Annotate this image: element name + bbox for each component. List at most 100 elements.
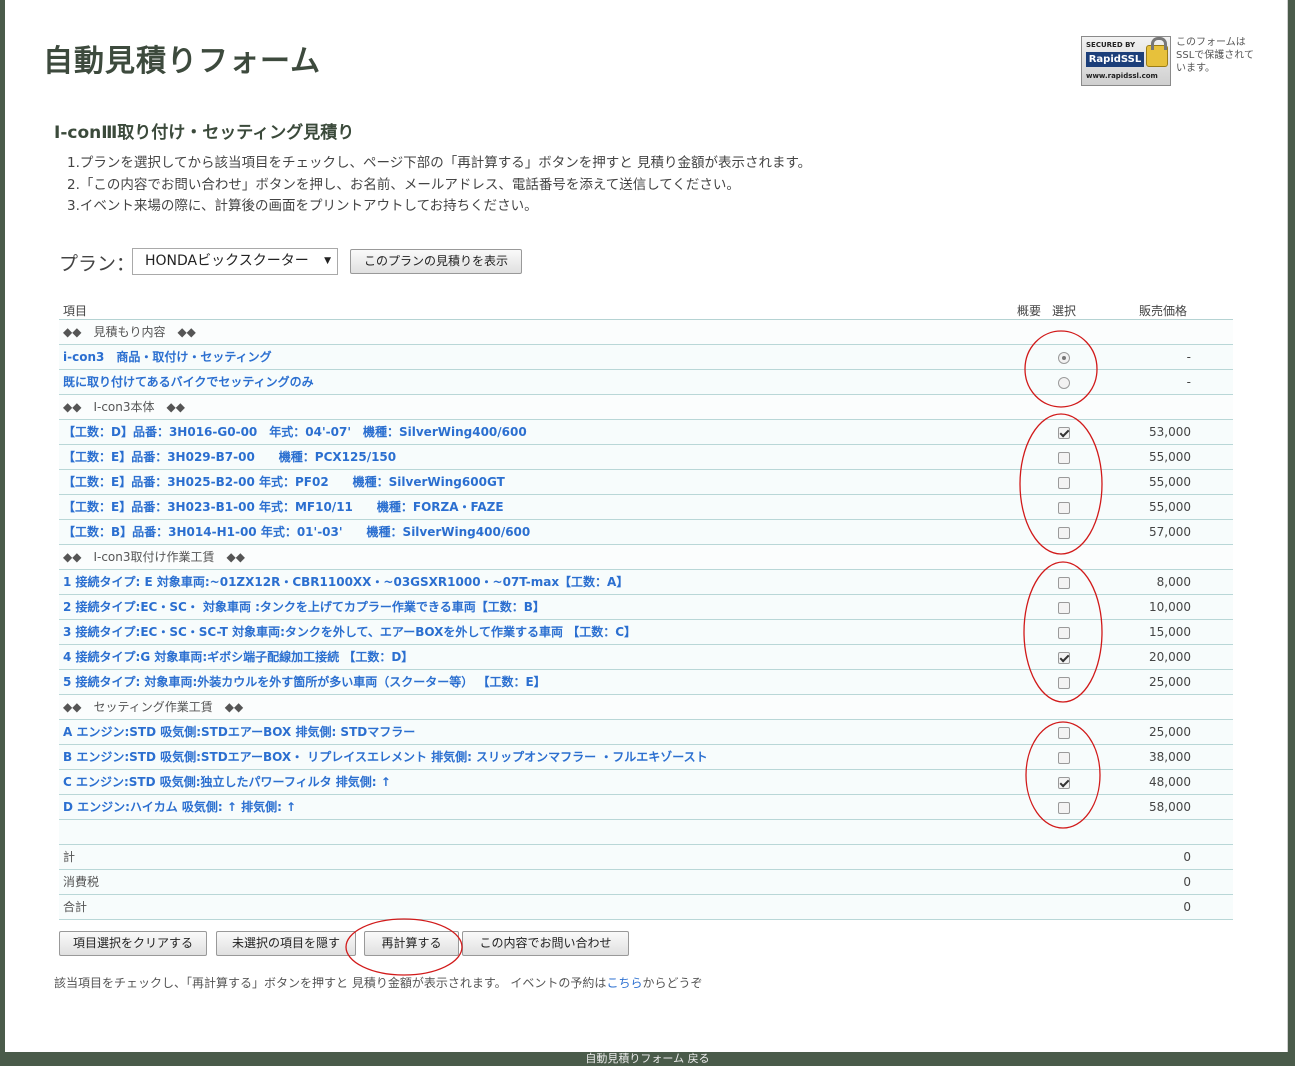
bottom-bar[interactable]: 自動見積りフォーム 戻る [0, 1052, 1295, 1066]
table-row[interactable]: 既に取り付けてあるバイクでセッティングのみ - [59, 370, 1233, 395]
table-row[interactable]: 【工数：E】品番：3H023-B1-00 年式：MF10/11 機種：FORZA… [59, 495, 1233, 520]
spacer-row [59, 820, 1233, 845]
item-price: 53,000 [1149, 425, 1191, 439]
item-checkbox[interactable] [1058, 652, 1070, 664]
table-row[interactable]: 5 接続タイプ: 対象車両:外装カウルを外す箇所が多い車両（スクーター等） 【工… [59, 670, 1233, 695]
item-label[interactable]: B エンジン:STD 吸気側:STDエアーBOX・ リプレイスエレメント 排気側… [63, 745, 708, 769]
table-row[interactable]: 2 接続タイプ:EC・SC・ 対象車両 :タンクを上げてカプラー作業できる車両【… [59, 595, 1233, 620]
item-price: 8,000 [1156, 575, 1191, 589]
item-label[interactable]: 【工数：E】品番：3H029-B7-00 機種：PCX125/150 [63, 445, 396, 469]
section-header-row: ◆◆ I-con3取付け作業工賃 ◆◆ [59, 545, 1233, 570]
item-label[interactable]: 4 接続タイプ:G 対象車両:ギボシ端子配線加工接続 【工数：D】 [63, 645, 413, 669]
table-row[interactable]: 【工数：E】品番：3H025-B2-00 年式：PF02 機種：SilverWi… [59, 470, 1233, 495]
item-label[interactable]: 5 接続タイプ: 対象車両:外装カウルを外す箇所が多い車両（スクーター等） 【工… [63, 670, 546, 694]
item-label[interactable]: C エンジン:STD 吸気側:独立したパワーフィルタ 排気側: ↑ [63, 770, 391, 794]
item-checkbox[interactable] [1058, 502, 1070, 514]
table-row[interactable]: 【工数：E】品番：3H029-B7-00 機種：PCX125/150 55,000 [59, 445, 1233, 470]
item-checkbox[interactable] [1058, 802, 1070, 814]
item-label[interactable]: 【工数：E】品番：3H023-B1-00 年式：MF10/11 機種：FORZA… [63, 495, 504, 519]
plan-select-value: HONDAビックスクーター [145, 253, 309, 269]
item-label[interactable]: 既に取り付けてあるバイクでセッティングのみ [63, 370, 314, 394]
plan-label: プラン： [59, 253, 136, 275]
item-label[interactable]: 1 接続タイプ: E 対象車両:~01ZX12R・CBR1100XX・~03GS… [63, 570, 628, 594]
item-price: 15,000 [1149, 625, 1191, 639]
header-price: 販売価格 [1139, 304, 1188, 318]
show-plan-estimate-button[interactable]: このプランの見積りを表示 [350, 249, 522, 274]
page-title: 自動見積りフォーム [43, 44, 322, 79]
item-checkbox[interactable] [1058, 452, 1070, 464]
clear-selection-button[interactable]: 項目選択をクリアする [59, 931, 207, 956]
footer-text-end: からどうぞ [642, 976, 703, 990]
table-row[interactable]: D エンジン:ハイカム 吸気側: ↑ 排気側: ↑ 58,000 [59, 795, 1233, 820]
item-checkbox[interactable] [1058, 752, 1070, 764]
totals: 計 0 消費税 0 合計 0 [59, 845, 1233, 920]
ssl-badge-line2: RapidSSL [1086, 52, 1144, 67]
item-price: 25,000 [1149, 725, 1191, 739]
table-row[interactable]: B エンジン:STD 吸気側:STDエアーBOX・ リプレイスエレメント 排気側… [59, 745, 1233, 770]
item-label[interactable]: A エンジン:STD 吸気側:STDエアーBOX 排気側: STDマフラー [63, 720, 415, 744]
hide-unselected-button[interactable]: 未選択の項目を隠す [216, 931, 356, 956]
item-label[interactable]: 【工数：B】品番：3H014-H1-00 年式：01'-03' 機種：Silve… [63, 520, 530, 544]
plan-select[interactable]: HONDAビックスクーター ▼ [132, 248, 338, 275]
table-row[interactable]: 1 接続タイプ: E 対象車両:~01ZX12R・CBR1100XX・~03GS… [59, 570, 1233, 595]
header-select: 選択 [1052, 304, 1077, 318]
table-row[interactable]: 【工数：B】品番：3H014-H1-00 年式：01'-03' 機種：Silve… [59, 520, 1233, 545]
item-price: 58,000 [1149, 800, 1191, 814]
header-item: 項目 [63, 304, 88, 318]
item-checkbox[interactable] [1058, 727, 1070, 739]
item-checkbox[interactable] [1058, 527, 1070, 539]
item-price: 38,000 [1149, 750, 1191, 764]
reservation-link[interactable]: こちら [606, 976, 642, 990]
item-checkbox[interactable] [1058, 627, 1070, 639]
instruction-item: 3.イベント来場の際に、計算後の画面をプリントアウトしてお持ちください。 [67, 198, 538, 214]
ssl-note: このフォームはSSLで保護されています。 [1176, 37, 1254, 74]
item-price: 25,000 [1149, 675, 1191, 689]
instructions-list: 1.プランを選択してから該当項目をチェックし、ページ下部の「再計算する」ボタンを… [67, 153, 811, 218]
section-label: ◆◆ I-con3本体 ◆◆ [63, 400, 185, 414]
total-value: 0 [1183, 850, 1191, 864]
table-row[interactable]: i-con3 商品・取付け・セッティング - [59, 345, 1233, 370]
dropdown-arrow-icon: ▼ [324, 256, 331, 266]
item-checkbox[interactable] [1058, 602, 1070, 614]
item-checkbox[interactable] [1058, 677, 1070, 689]
table-row[interactable]: C エンジン:STD 吸気側:独立したパワーフィルタ 排気側: ↑ 48,000 [59, 770, 1233, 795]
item-price: 55,000 [1149, 475, 1191, 489]
item-label[interactable]: i-con3 商品・取付け・セッティング [63, 345, 272, 369]
plan-radio[interactable] [1058, 377, 1070, 389]
item-checkbox[interactable] [1058, 427, 1070, 439]
item-checkbox[interactable] [1058, 477, 1070, 489]
total-value: 0 [1183, 875, 1191, 889]
instruction-item: 2.「この内容でお問い合わせ」ボタンを押し、お名前、メールアドレス、電話番号を添… [67, 176, 740, 193]
ssl-badge-line3: www.rapidssl.com [1086, 72, 1158, 80]
item-checkbox[interactable] [1058, 577, 1070, 589]
item-label[interactable]: 2 接続タイプ:EC・SC・ 対象車両 :タンクを上げてカプラー作業できる車両【… [63, 595, 545, 619]
inquire-button[interactable]: この内容でお問い合わせ [462, 931, 629, 956]
total-value: 0 [1183, 900, 1191, 914]
plan-radio[interactable] [1058, 352, 1070, 364]
padlock-icon [1146, 37, 1168, 67]
table-row[interactable]: 3 接続タイプ:EC・SC・SC-T 対象車両:タンクを外して、エアーBOXを外… [59, 620, 1233, 645]
total-row: 消費税 0 [59, 870, 1233, 895]
ssl-seal-badge[interactable]: SECURED BY RapidSSL www.rapidssl.com [1081, 36, 1171, 86]
item-checkbox[interactable] [1058, 777, 1070, 789]
table-row[interactable]: A エンジン:STD 吸気側:STDエアーBOX 排気側: STDマフラー 25,… [59, 720, 1233, 745]
table-row[interactable]: 【工数：D】品番：3H016-G0-00 年式：04'-07' 機種：Silve… [59, 420, 1233, 445]
footer-text: 該当項目をチェックし、「再計算する」ボタンを押すと 見積り金額が表示されます。 … [54, 976, 607, 990]
item-price: - [1186, 350, 1191, 364]
total-row: 計0 [59, 845, 1233, 870]
item-label[interactable]: 3 接続タイプ:EC・SC・SC-T 対象車両:タンクを外して、エアーBOXを外… [63, 620, 636, 644]
item-label[interactable]: 【工数：E】品番：3H025-B2-00 年式：PF02 機種：SilverWi… [63, 470, 505, 494]
total-label: 消費税 [63, 875, 100, 889]
item-price: 55,000 [1149, 500, 1191, 514]
item-label[interactable]: D エンジン:ハイカム 吸気側: ↑ 排気側: ↑ [63, 795, 296, 819]
estimate-table: 項目 概要 選択 販売価格 ◆◆ 見積もり内容 ◆◆ i-con3 商品・取付け・… [59, 298, 1233, 920]
ssl-badge-line1: SECURED BY [1086, 41, 1136, 49]
form-subtitle: I-conⅢ取り付け・セッティング見積り [54, 123, 355, 143]
table-row[interactable]: 4 接続タイプ:G 対象車両:ギボシ端子配線加工接続 【工数：D】 20,000 [59, 645, 1233, 670]
section-header-row: ◆◆ I-con3本体 ◆◆ [59, 395, 1233, 420]
page: 自動見積りフォーム SECURED BY RapidSSL www.rapids… [5, 0, 1288, 1052]
item-label[interactable]: 【工数：D】品番：3H016-G0-00 年式：04'-07' 機種：Silve… [63, 420, 527, 444]
total-label: 合計 [63, 900, 88, 914]
recalculate-button[interactable]: 再計算する [364, 931, 459, 956]
item-price: - [1186, 375, 1191, 389]
